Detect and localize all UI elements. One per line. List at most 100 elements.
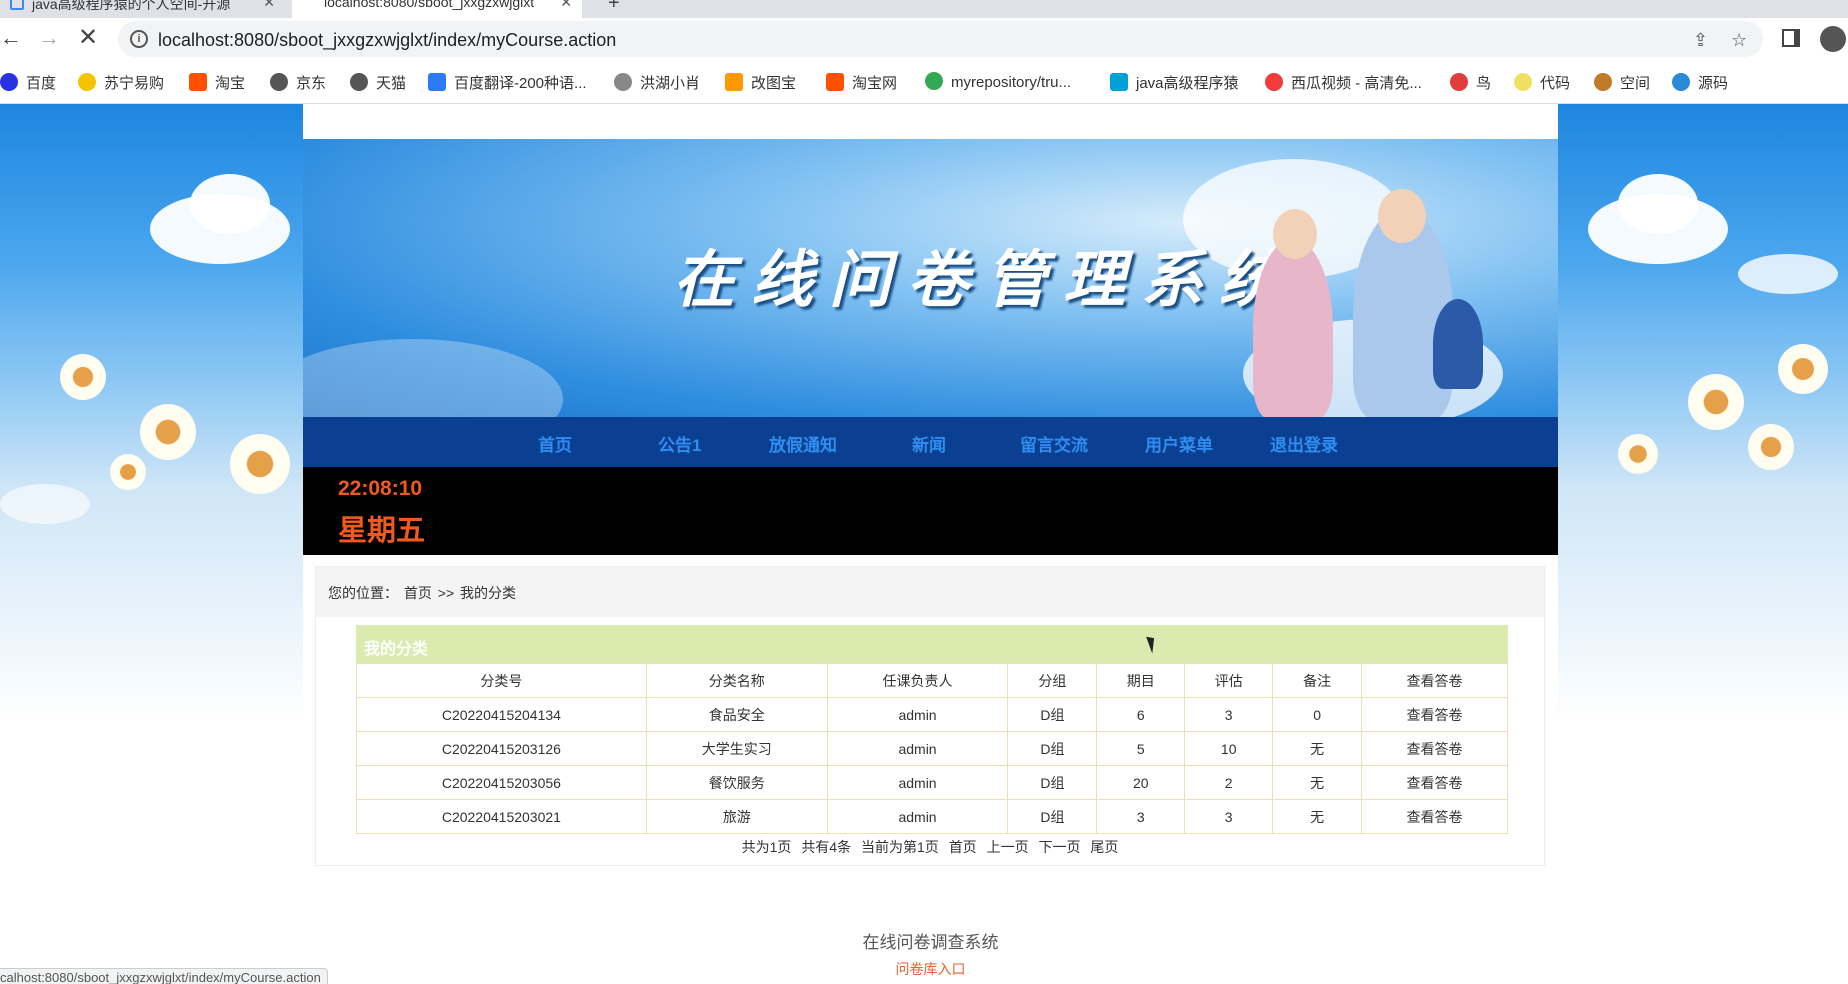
remark-cell: 无 (1272, 731, 1363, 766)
category-name-cell: 餐饮服务 (645, 765, 828, 800)
close-tab-icon[interactable]: ✕ (560, 0, 572, 11)
background-scenery-left (0, 104, 303, 724)
owner-cell: admin (826, 799, 1009, 834)
bookmark-item[interactable]: 洪湖小肖 (614, 72, 700, 93)
term-cell: 3 (1096, 799, 1186, 834)
main-container: 在线问卷管理系统 首页 公告1 放假通知 新闻 留言交流 用户菜单 退出登录 2… (303, 104, 1558, 984)
category-table: 分类号 分类名称 任课负责人 分组 期目 评估 备注 查看答卷 C2022041… (356, 663, 1508, 834)
term-cell: 6 (1096, 697, 1186, 732)
nav-item-user-menu[interactable]: 用户菜单 (1145, 431, 1213, 456)
questionnaire-library-link[interactable]: 问卷库入口 (303, 959, 1558, 979)
bookmark-item[interactable]: 百度翻译-200种语... (428, 72, 587, 93)
nav-item-announcement[interactable]: 公告1 (658, 431, 701, 456)
nav-item-news[interactable]: 新闻 (912, 431, 946, 456)
students-illustration (1233, 189, 1483, 417)
rating-cell: 3 (1184, 697, 1274, 732)
bookmark-item[interactable]: myrepository/tru... (925, 72, 1071, 91)
bookmark-item[interactable]: 淘宝 (189, 72, 245, 93)
bookmark-item[interactable]: 改图宝 (725, 72, 796, 93)
table-row: C20220415203056 餐饮服务 admin D组 20 2 无 查看答… (356, 765, 1508, 800)
owner-cell: admin (826, 731, 1009, 766)
group-cell: D组 (1007, 799, 1098, 834)
rating-cell: 3 (1184, 799, 1274, 834)
bookmark-favicon-icon (1594, 73, 1612, 91)
table-row: C20220415203021 旅游 admin D组 3 3 无 查看答卷 (356, 799, 1508, 834)
stop-loading-icon[interactable]: ✕ (78, 26, 98, 50)
bookmark-item[interactable]: 鸟 (1450, 72, 1491, 93)
category-name-cell: 旅游 (645, 799, 828, 834)
bookmark-item[interactable]: 淘宝网 (826, 72, 897, 93)
pager-next-link[interactable]: 下一页 (1038, 839, 1080, 855)
browser-toolbar: ← → ✕ i localhost:8080/sboot_jxxgzxwjglx… (0, 18, 1848, 62)
bookmark-item[interactable]: 苏宁易购 (78, 72, 164, 93)
forward-arrow-icon[interactable]: → (38, 26, 60, 50)
profile-avatar-icon[interactable] (1820, 26, 1846, 52)
group-cell: D组 (1007, 765, 1098, 800)
category-name-cell: 大学生实习 (645, 731, 828, 766)
column-header: 分类名称 (645, 663, 828, 698)
bookmark-item[interactable]: 天猫 (350, 72, 406, 93)
bookmark-item[interactable]: 西瓜视频 - 高清免... (1265, 72, 1422, 93)
nav-item-home[interactable]: 首页 (538, 431, 572, 456)
browser-tab-active[interactable]: localhost:8080/sboot_jxxgzxwjglxt ✕ (292, 0, 582, 18)
rating-cell: 10 (1184, 731, 1274, 766)
breadcrumb: 您的位置： 首页 >> 我的分类 (316, 567, 1544, 617)
bookmark-item[interactable]: java高级程序猿 (1110, 72, 1239, 93)
fish-icon (1672, 73, 1690, 91)
translate-icon (428, 73, 446, 91)
pager-prev-link[interactable]: 上一页 (987, 839, 1029, 855)
view-answers-link[interactable]: 查看答卷 (1361, 697, 1508, 732)
bookmark-star-icon[interactable]: ☆ (1731, 30, 1747, 51)
nav-item-logout[interactable]: 退出登录 (1270, 431, 1338, 456)
table-row: C20220415204134 食品安全 admin D组 6 3 0 查看答卷 (356, 697, 1508, 732)
site-info-icon[interactable]: i (130, 30, 148, 48)
breadcrumb-current: 我的分类 (460, 585, 517, 601)
bookmarks-bar: 百度 苏宁易购 淘宝 京东 天猫 百度翻译-200种语... 洪湖小肖 改图宝 … (0, 62, 1848, 104)
view-answers-link[interactable]: 查看答卷 (1361, 765, 1508, 800)
new-tab-icon[interactable]: + (608, 0, 620, 15)
column-header: 评估 (1184, 663, 1274, 698)
site-favicon-icon (10, 0, 24, 10)
bookmark-item[interactable]: 空间 (1594, 72, 1650, 93)
remark-cell: 无 (1272, 765, 1363, 800)
address-url[interactable]: localhost:8080/sboot_jxxgzxwjglxt/index/… (158, 30, 616, 51)
content-box: 您的位置： 首页 >> 我的分类 我的分类 分类号 分类名称 任课负责人 分组 … (315, 566, 1545, 866)
remark-cell: 0 (1272, 697, 1363, 732)
bookmark-favicon-icon (826, 73, 844, 91)
globe-icon (270, 73, 288, 91)
site-title: 在线问卷管理系统 (673, 243, 1298, 316)
bird-icon (1450, 73, 1468, 91)
web-page: 在线问卷管理系统 首页 公告1 放假通知 新闻 留言交流 用户菜单 退出登录 2… (0, 104, 1848, 984)
bookmark-item[interactable]: 京东 (270, 72, 326, 93)
pagination: 共为1页 共有4条 当前为第1页 首页 上一页 下一页 尾页 (316, 837, 1544, 857)
browser-tab[interactable]: java高级程序猿的个人空间-开源 ✕ (0, 0, 285, 18)
pager-total-items: 共有4条 (801, 839, 852, 855)
nav-item-holiday-notice[interactable]: 放假通知 (769, 431, 837, 456)
pager-last-link[interactable]: 尾页 (1090, 839, 1118, 855)
close-tab-icon[interactable]: ✕ (263, 0, 275, 11)
share-icon[interactable]: ⇪ (1693, 30, 1708, 51)
bookmark-item[interactable]: 源码 (1672, 72, 1728, 93)
nav-item-messages[interactable]: 留言交流 (1020, 431, 1088, 456)
side-panel-icon[interactable] (1782, 29, 1800, 47)
breadcrumb-separator: >> (437, 585, 455, 601)
pager-first-link[interactable]: 首页 (949, 839, 977, 855)
footer-title: 在线问卷调查系统 (862, 933, 999, 952)
address-bar[interactable]: i localhost:8080/sboot_jxxgzxwjglxt/inde… (118, 21, 1763, 57)
column-header: 任课负责人 (826, 663, 1009, 698)
column-header: 分组 (1007, 663, 1098, 698)
view-answers-link[interactable]: 查看答卷 (1361, 799, 1508, 834)
category-name-cell: 食品安全 (645, 697, 828, 732)
term-cell: 20 (1096, 765, 1186, 800)
breadcrumb-home-link[interactable]: 首页 (404, 585, 432, 601)
bookmark-favicon-icon (0, 73, 18, 91)
bookmark-item[interactable]: 代码 (1514, 72, 1570, 93)
back-arrow-icon[interactable]: ← (0, 26, 22, 50)
bookmark-item[interactable]: 百度 (0, 72, 56, 93)
view-answers-link[interactable]: 查看答卷 (1361, 731, 1508, 766)
category-table-panel: 我的分类 分类号 分类名称 任课负责人 分组 期目 评估 备注 查看答卷 C20… (356, 625, 1508, 834)
clock-bar: 22:08:10 星期五 (303, 467, 1558, 555)
owner-cell: admin (826, 697, 1009, 732)
bookmark-favicon-icon (189, 73, 207, 91)
category-id-cell: C20220415203056 (356, 765, 647, 800)
